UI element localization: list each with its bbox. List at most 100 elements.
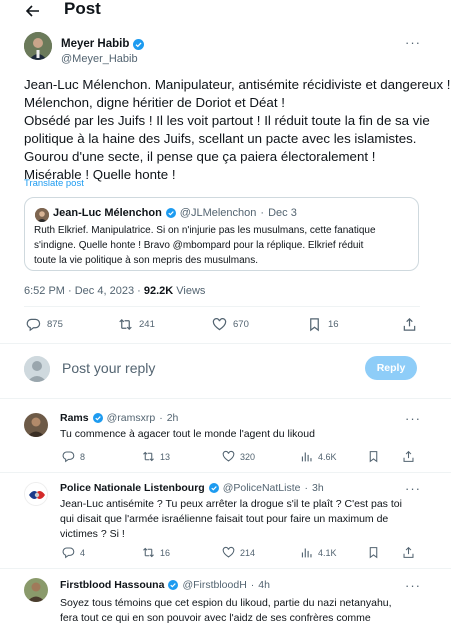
divider	[0, 472, 451, 473]
views-chart-icon	[301, 452, 312, 462]
share-icon	[403, 546, 414, 558]
reply-text: Tu commence à agacer tout le monde l'age…	[60, 427, 315, 442]
post-text-line: Mélenchon, digne héritier de Doriot et D…	[24, 95, 285, 110]
more-options-button[interactable]: ···	[405, 482, 421, 495]
bookmark-icon	[369, 451, 378, 463]
view-count: 92.2K	[143, 285, 174, 297]
views-action-button[interactable]: 4.1K	[300, 546, 337, 559]
repost-count: 16	[160, 547, 171, 558]
repost-count: 13	[160, 451, 171, 462]
reply-author-avatar[interactable]	[24, 413, 48, 437]
quoted-author-avatar	[35, 208, 49, 222]
views-chart-icon	[301, 548, 312, 558]
more-options-icon: ···	[405, 411, 421, 426]
post-timestamp[interactable]: 6:52 PM · Dec 4, 2023 ·	[24, 285, 144, 297]
reply-input[interactable]: Post your reply	[62, 360, 155, 376]
reply-author-handle[interactable]: @FirstbloodH	[182, 579, 246, 591]
separator-dot: ·	[250, 579, 255, 591]
author-avatar[interactable]	[24, 32, 52, 60]
post-text-line: Jean-Luc Mélenchon. Manipulateur, antisé…	[24, 77, 451, 92]
reply-author-avatar[interactable]	[24, 482, 48, 506]
reply-button[interactable]: Reply	[365, 356, 417, 380]
reply-author-name[interactable]: Firstblood Hassouna	[60, 579, 164, 591]
reply-text-line: Soyez tous témoins que cet espion du lik…	[60, 597, 392, 609]
quoted-text-line: toute la vie politique à son mepris des …	[34, 255, 259, 266]
back-arrow-button[interactable]	[22, 0, 44, 22]
reply-text-line: Tu commence à agacer tout le monde l'age…	[60, 428, 315, 440]
reply-text-line: victimes ? Si !	[60, 528, 125, 540]
bookmark-action-button[interactable]: 16	[307, 317, 339, 332]
verified-badge-icon	[165, 208, 176, 218]
more-options-button[interactable]: ···	[405, 411, 421, 426]
views-action-button[interactable]: 4.6K	[300, 450, 337, 463]
reply-action-button[interactable]: 8	[62, 450, 85, 463]
more-options-icon: ···	[405, 578, 421, 593]
post-text-line: Misérable ! Quelle honte !	[24, 167, 176, 182]
quoted-author-handle: @JLMelenchon	[179, 207, 257, 219]
repost-action-button[interactable]: 241	[118, 317, 155, 332]
verified-badge-icon	[92, 413, 103, 423]
share-action-button[interactable]	[402, 317, 417, 332]
author-name[interactable]: Meyer Habib	[61, 38, 145, 50]
current-user-avatar[interactable]	[24, 356, 50, 382]
like-count: 670	[233, 319, 249, 330]
quoted-post-text: Ruth Elkrief. Manipulatrice. Si on n'inj…	[34, 223, 414, 268]
like-count: 320	[240, 451, 256, 462]
repost-action-button[interactable]: 16	[142, 546, 170, 559]
bookmark-action-button[interactable]	[367, 450, 380, 463]
views-count: 4.6K	[318, 451, 337, 462]
reply-author-name[interactable]: Rams	[60, 412, 89, 424]
author-name-text: Meyer Habib	[61, 38, 130, 50]
post-text-line: Obsédé par les Juifs ! Il les voit parto…	[24, 113, 430, 128]
like-action-button[interactable]: 320	[222, 450, 255, 463]
quoted-text-line: Ruth Elkrief. Manipulatrice. Si on n'inj…	[34, 225, 376, 236]
post-metadata: 6:52 PM · Dec 4, 2023 · 92.2K Views	[24, 285, 205, 297]
bookmark-count: 16	[328, 319, 339, 330]
quoted-post[interactable]: Jean-Luc Mélenchon @JLMelenchon · Dec 3 …	[24, 197, 419, 271]
reply-action-button[interactable]: 875	[26, 317, 63, 332]
reply-time[interactable]: 3h	[312, 482, 324, 494]
more-options-button[interactable]: ···	[405, 578, 421, 593]
reply-author-avatar[interactable]	[24, 578, 48, 602]
divider	[0, 343, 451, 344]
reply-icon	[26, 318, 41, 332]
verified-badge-icon	[133, 38, 145, 50]
page-title: Post	[64, 0, 101, 18]
reply-text-line: Jean-Luc antisémite ? Tu peux arrêter la…	[60, 498, 402, 510]
more-options-button[interactable]: ···	[405, 36, 421, 49]
reply-text-line: qui disait que l'armée israélienne faisa…	[60, 513, 389, 525]
repost-action-button[interactable]: 13	[142, 450, 170, 463]
share-action-button[interactable]	[402, 546, 415, 559]
translate-post-link[interactable]: Translate post	[24, 178, 84, 189]
reply-header: Firstblood Hassouna @FirstbloodH · 4h	[60, 579, 270, 591]
post-text-line: politique à la haine des Juifs, scellant…	[24, 131, 417, 146]
heart-icon	[212, 318, 227, 331]
heart-icon	[222, 450, 235, 462]
like-action-button[interactable]: 214	[222, 546, 255, 559]
share-action-button[interactable]	[402, 450, 415, 463]
repost-icon	[143, 547, 154, 558]
reply-header: Rams @ramsxrp · 2h	[60, 412, 178, 424]
reply-count: 875	[47, 319, 63, 330]
reply-action-button[interactable]: 4	[62, 546, 85, 559]
reply-text: Soyez tous témoins que cet espion du lik…	[60, 596, 392, 623]
verified-badge-icon	[208, 483, 219, 493]
reply-time[interactable]: 4h	[258, 579, 270, 591]
views-label: Views	[173, 285, 206, 297]
reply-author-handle[interactable]: @ramsxrp	[107, 412, 156, 424]
quoted-text-line: s'indigne. Quelle honte ! Bravo @mbompar…	[34, 240, 364, 251]
like-count: 214	[240, 547, 256, 558]
bookmark-icon	[369, 547, 378, 559]
reply-count: 4	[80, 547, 86, 558]
separator-dot: ·	[304, 482, 308, 494]
verified-badge-icon	[168, 580, 179, 590]
bookmark-action-button[interactable]	[367, 546, 380, 559]
heart-icon	[222, 546, 235, 558]
repost-icon	[143, 451, 154, 462]
reply-author-name[interactable]: Police Nationale Listenbourg	[60, 482, 205, 494]
repost-count: 241	[139, 319, 155, 330]
reply-time[interactable]: 2h	[167, 412, 179, 424]
author-handle[interactable]: @Meyer_Habib	[61, 53, 138, 65]
like-action-button[interactable]: 670	[212, 317, 249, 332]
reply-author-handle[interactable]: @PoliceNatListe	[223, 482, 301, 494]
